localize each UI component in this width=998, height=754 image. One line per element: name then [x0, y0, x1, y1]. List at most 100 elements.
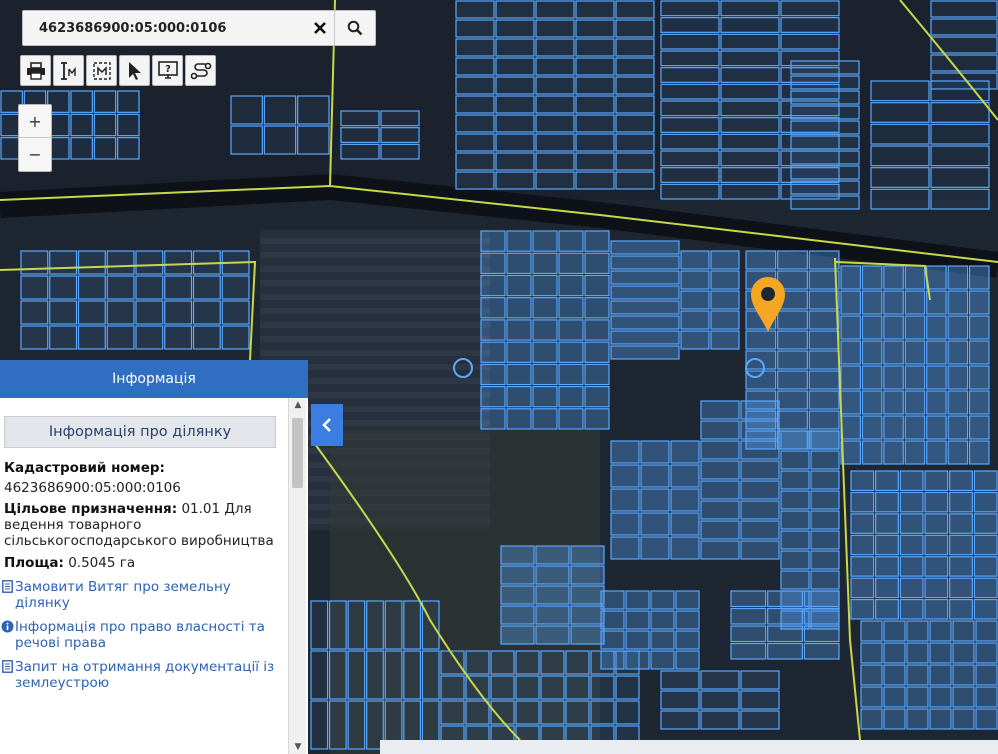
land-parcel[interactable] — [675, 630, 700, 650]
land-parcel[interactable] — [899, 513, 924, 534]
land-parcel[interactable] — [49, 275, 78, 300]
land-parcel[interactable] — [328, 700, 347, 750]
measure-area-button[interactable] — [86, 55, 117, 86]
land-parcel[interactable] — [93, 90, 117, 113]
land-parcel[interactable] — [767, 642, 803, 660]
land-parcel[interactable] — [625, 630, 650, 650]
land-parcel[interactable] — [810, 530, 840, 550]
land-parcel[interactable] — [610, 536, 640, 560]
land-parcel[interactable] — [906, 664, 929, 686]
land-parcel[interactable] — [480, 230, 506, 252]
land-parcel[interactable] — [558, 274, 584, 297]
land-parcel[interactable] — [440, 675, 465, 700]
land-parcel[interactable] — [366, 650, 384, 700]
land-parcel[interactable] — [135, 325, 164, 350]
land-parcel[interactable] — [930, 54, 998, 72]
land-parcel[interactable] — [777, 310, 808, 330]
land-parcel[interactable] — [790, 165, 860, 180]
land-parcel[interactable] — [575, 38, 615, 57]
land-parcel[interactable] — [615, 133, 655, 152]
land-parcel[interactable] — [730, 590, 767, 608]
land-parcel[interactable] — [720, 0, 780, 17]
land-parcel[interactable] — [660, 670, 700, 690]
land-parcel[interactable] — [870, 80, 930, 102]
land-parcel[interactable] — [135, 275, 164, 300]
clear-search-button[interactable] — [305, 11, 335, 45]
land-parcel[interactable] — [924, 534, 949, 556]
land-parcel[interactable] — [883, 290, 904, 315]
land-parcel[interactable] — [310, 600, 329, 650]
land-parcel[interactable] — [575, 114, 615, 133]
land-parcel[interactable] — [615, 19, 655, 38]
land-parcel[interactable] — [615, 114, 655, 133]
land-parcel[interactable] — [584, 252, 610, 275]
land-parcel[interactable] — [803, 607, 840, 625]
land-parcel[interactable] — [164, 325, 193, 350]
land-parcel[interactable] — [720, 50, 780, 67]
land-parcel[interactable] — [780, 33, 840, 50]
land-parcel[interactable] — [535, 38, 575, 57]
land-parcel[interactable] — [929, 620, 952, 642]
land-parcel[interactable] — [660, 133, 720, 150]
land-parcel[interactable] — [947, 265, 969, 290]
land-parcel[interactable] — [490, 675, 515, 700]
land-parcel[interactable] — [532, 252, 558, 275]
land-parcel[interactable] — [675, 590, 700, 610]
land-parcel[interactable] — [968, 340, 990, 365]
land-parcel[interactable] — [700, 520, 740, 540]
land-parcel[interactable] — [558, 252, 584, 275]
land-parcel[interactable] — [883, 664, 906, 686]
documentation-request-link[interactable]: Запит на отримання документації із земле… — [0, 659, 288, 691]
land-parcel[interactable] — [947, 290, 969, 315]
land-parcel[interactable] — [861, 315, 883, 340]
land-parcel[interactable] — [906, 708, 929, 730]
land-parcel[interactable] — [558, 341, 584, 363]
land-parcel[interactable] — [610, 464, 640, 488]
land-parcel[interactable] — [164, 250, 193, 275]
land-parcel[interactable] — [465, 700, 490, 725]
identify-button[interactable]: ? — [152, 55, 183, 86]
land-parcel[interactable] — [575, 152, 615, 171]
land-parcel[interactable] — [575, 171, 615, 190]
land-parcel[interactable] — [740, 670, 780, 690]
land-parcel[interactable] — [480, 252, 506, 275]
land-parcel[interactable] — [495, 95, 535, 114]
land-parcel[interactable] — [803, 625, 840, 643]
land-parcel[interactable] — [480, 363, 506, 386]
land-parcel[interactable] — [930, 123, 990, 145]
land-parcel[interactable] — [780, 490, 810, 510]
land-parcel[interactable] — [926, 415, 947, 440]
land-parcel[interactable] — [584, 363, 610, 386]
land-parcel[interactable] — [808, 410, 840, 430]
land-parcel[interactable] — [780, 17, 840, 33]
land-parcel[interactable] — [924, 598, 949, 620]
land-parcel[interactable] — [930, 72, 998, 90]
land-parcel[interactable] — [883, 415, 904, 440]
land-parcel[interactable] — [20, 250, 49, 275]
land-parcel[interactable] — [777, 350, 808, 370]
land-parcel[interactable] — [660, 690, 700, 710]
land-parcel[interactable] — [949, 491, 973, 513]
measure-distance-button[interactable] — [53, 55, 84, 86]
land-parcel[interactable] — [660, 117, 720, 133]
land-parcel[interactable] — [899, 534, 924, 556]
land-parcel[interactable] — [495, 114, 535, 133]
land-parcel[interactable] — [490, 650, 515, 675]
land-parcel[interactable] — [221, 300, 250, 325]
parcel-info-section-button[interactable]: Інформація про ділянку — [4, 416, 276, 448]
land-parcel[interactable] — [899, 491, 924, 513]
land-parcel[interactable] — [584, 230, 610, 252]
land-parcel[interactable] — [720, 183, 780, 200]
land-parcel[interactable] — [532, 363, 558, 386]
land-parcel[interactable] — [532, 319, 558, 341]
print-button[interactable] — [20, 55, 51, 86]
land-parcel[interactable] — [929, 708, 952, 730]
land-parcel[interactable] — [810, 510, 840, 530]
land-parcel[interactable] — [650, 610, 675, 630]
land-parcel[interactable] — [808, 310, 840, 330]
land-parcel[interactable] — [455, 19, 495, 38]
land-parcel[interactable] — [968, 290, 990, 315]
land-parcel[interactable] — [615, 675, 640, 700]
land-parcel[interactable] — [680, 250, 710, 270]
land-parcel[interactable] — [790, 105, 860, 120]
